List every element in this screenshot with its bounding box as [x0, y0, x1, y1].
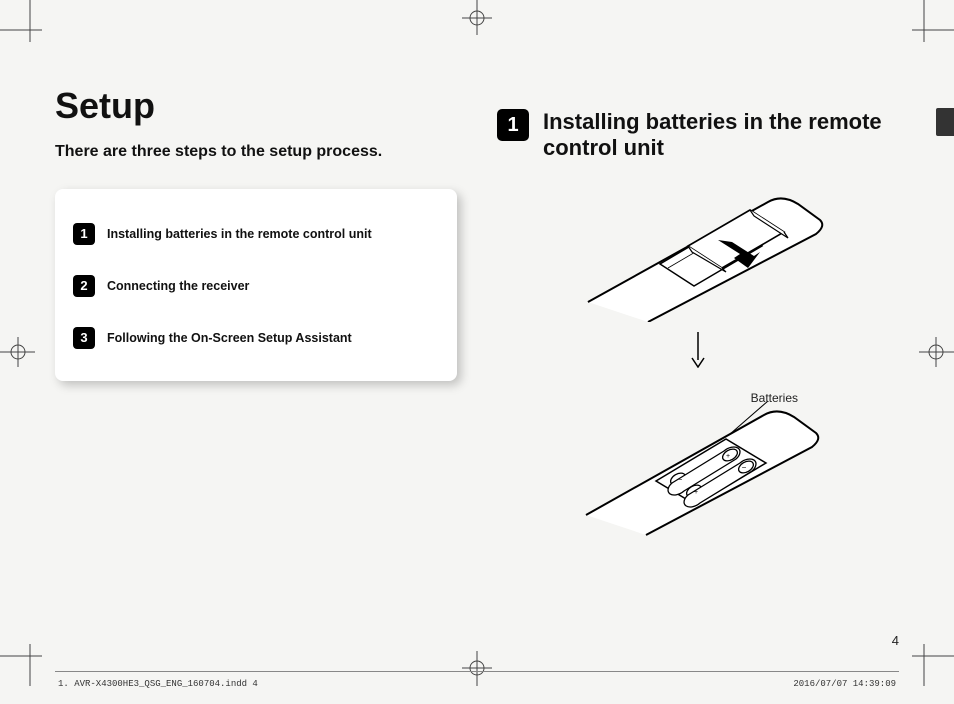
step-number-badge: 1: [73, 223, 95, 245]
page-content: Setup There are three steps to the setup…: [55, 45, 899, 649]
section-header: 1 Installing batteries in the remote con…: [497, 109, 899, 162]
section-number-badge: 1: [497, 109, 529, 141]
right-column: 1 Installing batteries in the remote con…: [497, 45, 899, 649]
left-column: Setup There are three steps to the setup…: [55, 45, 457, 649]
illustration-area: Batteries − +: [497, 182, 899, 543]
footer-file: 1. AVR-X4300HE3_QSG_ENG_160704.indd 4: [58, 679, 258, 689]
page-number: 4: [892, 633, 899, 648]
remote-cover-illustration: [568, 182, 828, 322]
svg-text:+: +: [694, 489, 698, 496]
svg-text:−: −: [742, 463, 747, 472]
crop-mark-icon: [894, 0, 954, 45]
svg-text:+: +: [726, 453, 730, 460]
step-row-3: 3 Following the On-Screen Setup Assistan…: [73, 327, 439, 349]
registration-mark-icon: [457, 651, 497, 686]
thumb-tab: [936, 108, 954, 136]
batteries-label: Batteries: [751, 391, 798, 405]
section-title: Installing batteries in the remote contr…: [543, 109, 899, 162]
step-label: Following the On-Screen Setup Assistant: [107, 331, 352, 345]
footer-timestamp: 2016/07/07 14:39:09: [793, 679, 896, 689]
step-row-2: 2 Connecting the receiver: [73, 275, 439, 297]
page-title: Setup: [55, 85, 457, 127]
step-row-1: 1 Installing batteries in the remote con…: [73, 223, 439, 245]
footer-rule: [55, 671, 899, 672]
svg-text:−: −: [678, 475, 683, 484]
crop-mark-icon: [894, 641, 954, 686]
arrow-down-icon: [690, 332, 706, 373]
crop-mark-icon: [0, 641, 60, 686]
page-subtitle: There are three steps to the setup proce…: [55, 141, 457, 163]
step-number-badge: 2: [73, 275, 95, 297]
steps-panel: 1 Installing batteries in the remote con…: [55, 189, 457, 381]
step-number-badge: 3: [73, 327, 95, 349]
step-label: Connecting the receiver: [107, 279, 249, 293]
registration-mark-icon: [919, 332, 954, 372]
registration-mark-icon: [457, 0, 497, 35]
crop-mark-icon: [0, 0, 60, 45]
step-label: Installing batteries in the remote contr…: [107, 227, 372, 241]
registration-mark-icon: [0, 332, 35, 372]
remote-batteries-illustration: Batteries − +: [568, 383, 828, 543]
